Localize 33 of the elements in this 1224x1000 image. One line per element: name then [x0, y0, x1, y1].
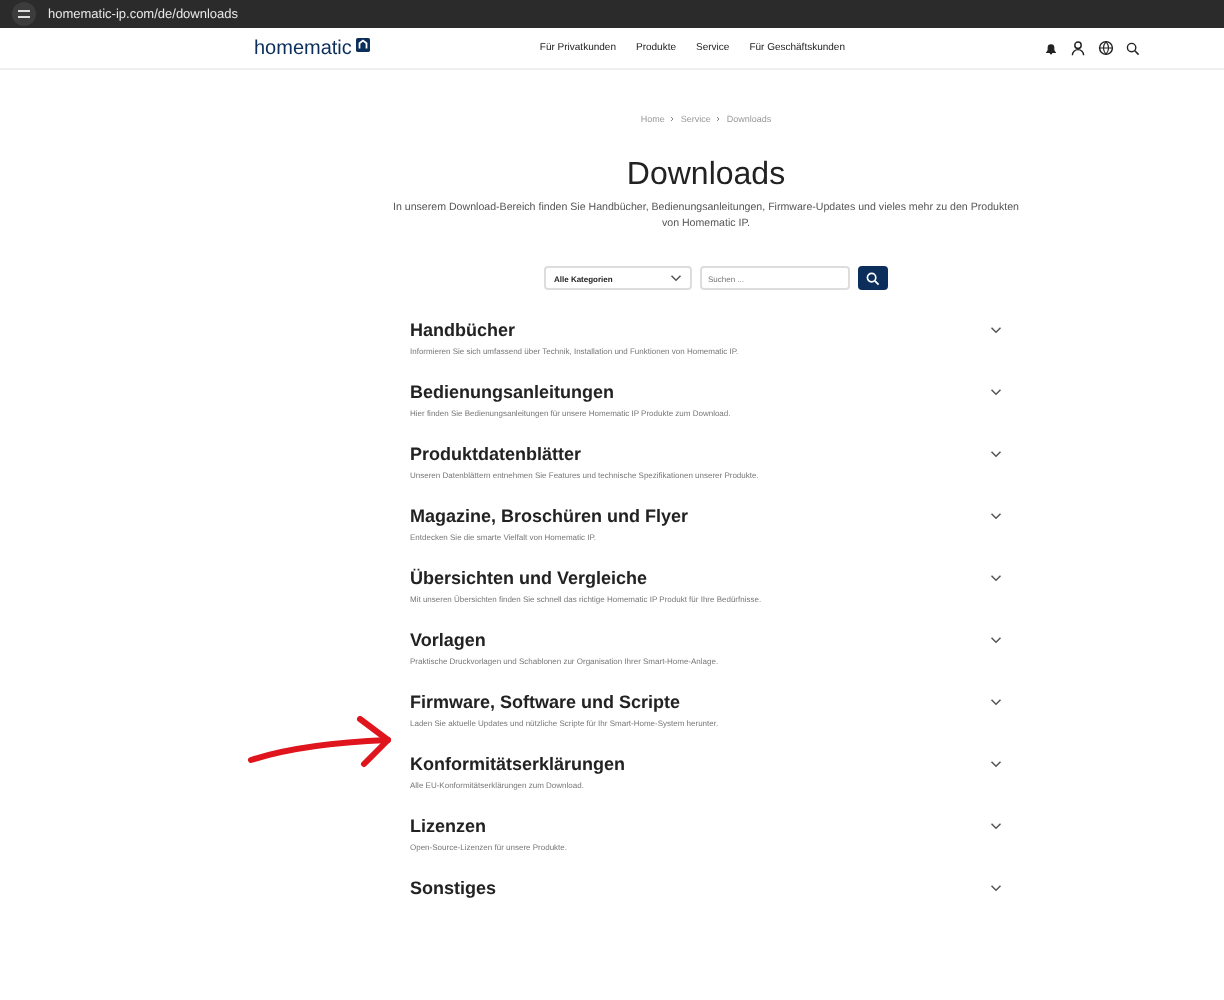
category-title: Übersichten und Vergleiche	[410, 568, 650, 588]
chevron-down-icon	[990, 388, 1002, 396]
chevron-down-icon	[990, 636, 1002, 644]
category-title: Produktdatenblätter	[410, 444, 584, 464]
search-icon[interactable]	[1126, 41, 1140, 55]
chevron-down-icon	[990, 574, 1002, 582]
category-title: Magazine, Broschüren und Flyer	[410, 506, 689, 526]
category-title: Handbücher	[410, 320, 518, 340]
chevron-down-icon	[990, 822, 1002, 830]
category-title: Lizenzen	[410, 816, 489, 836]
search-icon	[866, 271, 880, 285]
user-icon[interactable]	[1070, 40, 1086, 56]
logo-text[interactable]: homematic	[254, 37, 352, 59]
chevron-down-icon	[990, 450, 1002, 458]
hand-drawn-arrow-drawing	[248, 716, 392, 768]
chevron-down-icon	[670, 274, 682, 282]
category-title: Bedienungsanleitungen	[410, 382, 617, 402]
chevron-down-icon	[990, 884, 1002, 892]
chevron-down-icon	[990, 512, 1002, 520]
site-settings-icon[interactable]	[12, 2, 36, 26]
search-button[interactable]	[858, 266, 888, 290]
category-title: Firmware, Software und Scripte	[410, 692, 683, 712]
chevron-down-icon	[990, 326, 1002, 334]
category-title: Vorlagen	[410, 630, 488, 650]
logo-mark-icon	[355, 37, 370, 51]
chevron-down-icon	[990, 760, 1002, 768]
category-title: Sonstiges	[410, 878, 497, 898]
bell-icon[interactable]	[1044, 41, 1058, 55]
category-title: Konformitätserklärungen	[410, 754, 626, 774]
chevron-down-icon	[990, 698, 1002, 706]
accordion-item[interactable]: Sonstiges	[410, 878, 1002, 940]
globe-icon[interactable]	[1098, 40, 1114, 56]
page-title: Downloads	[624, 158, 788, 194]
